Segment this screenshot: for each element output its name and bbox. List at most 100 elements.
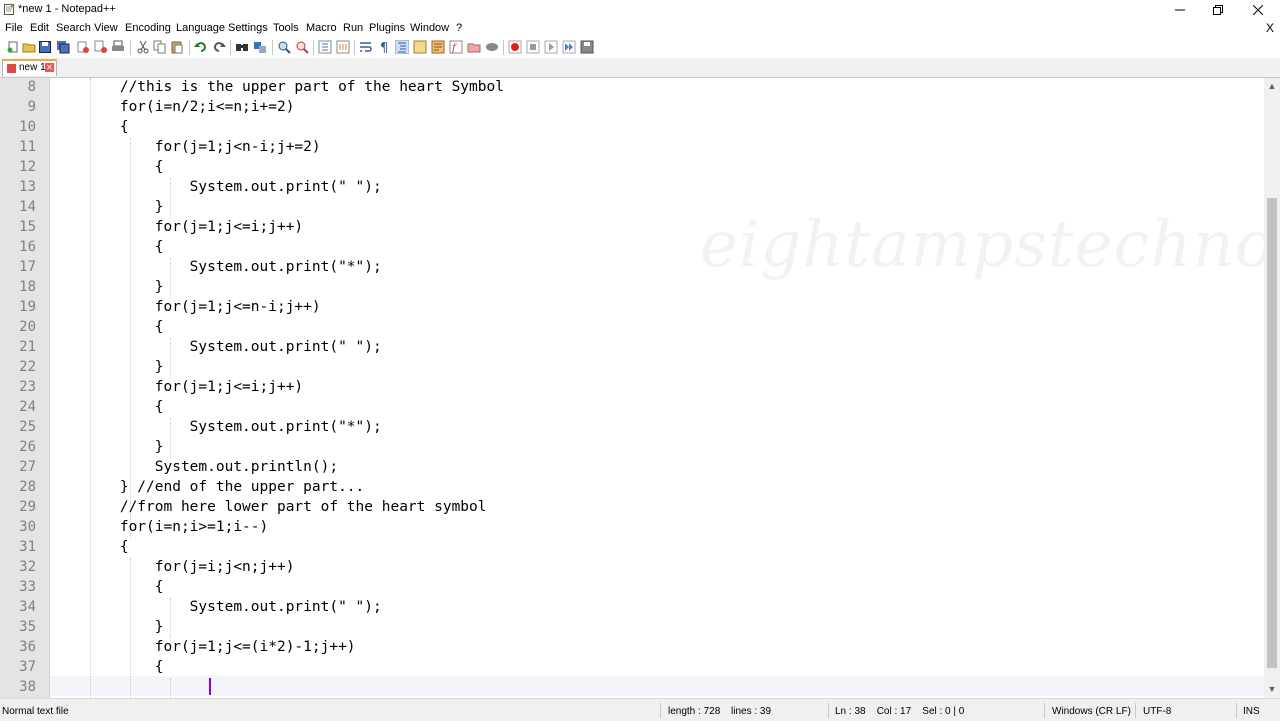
menu-encoding[interactable]: Encoding xyxy=(125,22,171,34)
code-line[interactable]: } xyxy=(50,439,164,455)
document-map-icon[interactable] xyxy=(431,40,445,54)
macro-stop-icon[interactable] xyxy=(526,40,540,54)
status-eol[interactable]: Windows (CR LF) xyxy=(1052,706,1131,717)
zoom-out-icon[interactable] xyxy=(295,40,309,54)
maximize-button[interactable] xyxy=(1199,0,1237,20)
code-line[interactable]: { xyxy=(50,119,129,135)
paste-icon[interactable] xyxy=(170,40,184,54)
macro-play-icon[interactable] xyxy=(544,40,558,54)
status-separator xyxy=(1236,703,1237,718)
menu-language[interactable]: Language xyxy=(176,22,225,34)
menu-file[interactable]: File xyxy=(5,22,23,34)
scroll-up-icon[interactable]: ▲ xyxy=(1264,78,1280,95)
code-line[interactable]: for(i=n/2;i<=n;i+=2) xyxy=(50,99,295,115)
function-list-icon[interactable]: f xyxy=(449,40,463,54)
code-line[interactable]: for(j=1;j<=i;j++) xyxy=(50,379,303,395)
code-line[interactable]: //from here lower part of the heart symb… xyxy=(50,499,487,515)
code-line[interactable]: System.out.print(" "); xyxy=(50,599,382,615)
code-line[interactable]: System.out.print("*"); xyxy=(50,259,382,275)
menu-search[interactable]: Search xyxy=(56,22,91,34)
toolbar-separator xyxy=(272,40,273,55)
tab-label: new 1 xyxy=(19,62,46,73)
menu-settings[interactable]: Settings xyxy=(228,22,268,34)
editor-area[interactable]: eightampstechnologies 8 //this is the up… xyxy=(0,78,1264,698)
code-line[interactable]: System.out.println(); xyxy=(50,459,338,475)
menu-edit[interactable]: Edit xyxy=(30,22,49,34)
new-file-icon[interactable] xyxy=(6,40,20,54)
status-cursor-position: Ln : 38 Col : 17 Sel : 0 | 0 xyxy=(835,706,965,717)
open-file-icon[interactable] xyxy=(22,40,36,54)
status-bar: Normal text file length : 728 lines : 39… xyxy=(0,698,1280,721)
sync-horizontal-icon[interactable] xyxy=(336,40,350,54)
user-defined-language-icon[interactable] xyxy=(413,40,427,54)
code-line[interactable]: { xyxy=(50,659,164,675)
close-file-icon[interactable] xyxy=(76,40,90,54)
code-line[interactable]: { xyxy=(50,239,164,255)
macro-record-icon[interactable] xyxy=(508,40,522,54)
vertical-scrollbar[interactable]: ▲ ▼ xyxy=(1264,78,1280,698)
code-line[interactable]: { xyxy=(50,399,164,415)
folder-workspace-icon[interactable] xyxy=(467,40,481,54)
code-line[interactable]: for(i=n;i>=1;i--) xyxy=(50,519,268,535)
cut-icon[interactable] xyxy=(136,40,150,54)
code-line[interactable]: { xyxy=(50,159,164,175)
macro-run-multiple-icon[interactable] xyxy=(562,40,576,54)
menu-macro[interactable]: Macro xyxy=(306,22,337,34)
find-icon[interactable] xyxy=(235,40,249,54)
close-document-x[interactable]: X xyxy=(1266,21,1274,35)
code-line[interactable]: } xyxy=(50,279,164,295)
scroll-down-icon[interactable]: ▼ xyxy=(1264,681,1280,698)
code-line[interactable]: for(j=1;j<=i;j++) xyxy=(50,219,303,235)
save-icon[interactable] xyxy=(38,40,52,54)
line-number: 22 xyxy=(19,359,36,375)
code-line[interactable]: for(j=1;j<=n-i;j++) xyxy=(50,299,321,315)
line-number: 10 xyxy=(19,119,36,135)
code-line[interactable]: for(j=i;j<n;j++) xyxy=(50,559,295,575)
sync-vertical-icon[interactable] xyxy=(318,40,332,54)
code-line[interactable]: } xyxy=(50,199,164,215)
code-line[interactable]: for(j=1;j<=(i*2)-1;j++) xyxy=(50,639,356,655)
code-line[interactable]: System.out.print("*"); xyxy=(50,419,382,435)
code-line[interactable]: { xyxy=(50,579,164,595)
code-line[interactable]: { xyxy=(50,319,164,335)
menu-help[interactable]: ? xyxy=(456,22,462,34)
code-line[interactable]: } //end of the upper part... xyxy=(50,479,364,495)
current-line-highlight xyxy=(50,676,1264,696)
show-all-characters-icon[interactable]: ¶ xyxy=(377,40,391,54)
print-icon[interactable] xyxy=(111,40,125,54)
monitoring-icon[interactable] xyxy=(485,40,499,54)
word-wrap-icon[interactable] xyxy=(359,40,373,54)
menu-window[interactable]: Window xyxy=(410,22,449,34)
close-window-button[interactable] xyxy=(1239,0,1277,20)
toolbar-separator xyxy=(189,40,190,55)
status-insert-mode[interactable]: INS xyxy=(1243,706,1260,717)
code-line[interactable]: System.out.print(" "); xyxy=(50,339,382,355)
line-number: 8 xyxy=(27,79,36,95)
save-all-icon[interactable] xyxy=(56,40,70,54)
redo-icon[interactable] xyxy=(212,40,226,54)
indent-guide-icon[interactable] xyxy=(395,40,409,54)
replace-icon[interactable] xyxy=(253,40,267,54)
line-number: 23 xyxy=(19,379,36,395)
close-all-icon[interactable] xyxy=(94,40,108,54)
code-line[interactable]: } xyxy=(50,619,164,635)
menu-view[interactable]: View xyxy=(94,22,118,34)
code-line[interactable]: //this is the upper part of the heart Sy… xyxy=(50,79,504,95)
undo-icon[interactable] xyxy=(194,40,208,54)
code-line[interactable]: for(j=1;j<n-i;j+=2) xyxy=(50,139,321,155)
menu-tools[interactable]: Tools xyxy=(273,22,299,34)
code-line[interactable]: } xyxy=(50,359,164,375)
scroll-thumb[interactable] xyxy=(1267,198,1277,668)
code-line[interactable]: { xyxy=(50,539,129,555)
menu-run[interactable]: Run xyxy=(343,22,363,34)
tab-close-icon[interactable]: ✕ xyxy=(45,63,54,72)
minimize-button[interactable] xyxy=(1161,0,1199,20)
zoom-in-icon[interactable] xyxy=(277,40,291,54)
tab-new-1[interactable]: new 1 ✕ xyxy=(2,59,57,76)
menu-plugins[interactable]: Plugins xyxy=(369,22,405,34)
line-number: 14 xyxy=(19,199,36,215)
status-encoding[interactable]: UTF-8 xyxy=(1143,706,1171,717)
code-line[interactable]: System.out.print(" "); xyxy=(50,179,382,195)
macro-save-icon[interactable] xyxy=(580,40,594,54)
copy-icon[interactable] xyxy=(153,40,167,54)
